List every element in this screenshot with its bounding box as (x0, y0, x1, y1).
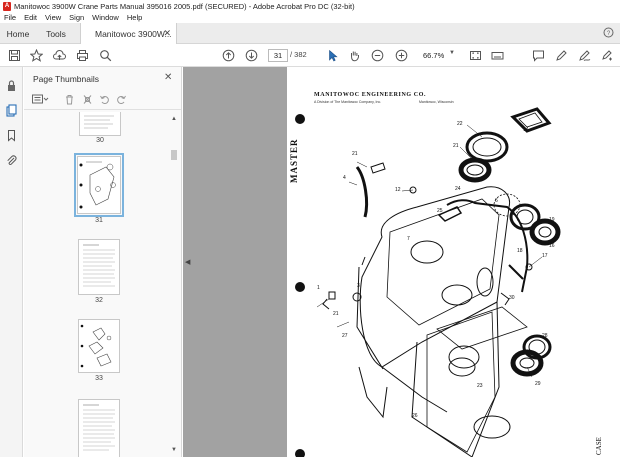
scroll-down-arrow-icon[interactable]: ▼ (171, 447, 177, 453)
svg-text:4: 4 (343, 175, 346, 181)
thumbnail-page-32[interactable] (78, 239, 120, 295)
thumbnail-page-30[interactable] (79, 112, 121, 136)
select-cursor-icon[interactable] (326, 49, 339, 62)
save-icon[interactable] (8, 49, 21, 62)
upload-cloud-icon[interactable] (53, 49, 66, 62)
svg-text:3: 3 (357, 283, 360, 289)
main-toolbar: 31 / 382 66.7% ▼ (0, 44, 620, 67)
svg-text:14: 14 (523, 127, 529, 133)
hand-tool-icon[interactable] (348, 49, 361, 62)
svg-text:21: 21 (453, 143, 459, 149)
window-title: Manitowoc 3900W Crane Parts Manual 39501… (14, 1, 355, 11)
menu-view[interactable]: View (45, 13, 61, 22)
menu-sign[interactable]: Sign (69, 13, 84, 22)
thumbnail-page-33[interactable] (78, 319, 120, 373)
svg-text:24: 24 (455, 186, 461, 192)
fit-page-icon[interactable] (469, 49, 482, 62)
help-icon[interactable]: ? (603, 27, 614, 38)
svg-text:21: 21 (333, 311, 339, 317)
thumbnail-label: 30 (96, 137, 104, 144)
page-thumbnails-icon[interactable] (5, 104, 18, 117)
close-icon[interactable]: ✕ (163, 28, 171, 39)
svg-text:30: 30 (509, 295, 515, 301)
rotate-left-icon[interactable] (99, 94, 110, 108)
comment-icon[interactable] (532, 49, 545, 62)
title-bar: A Manitowoc 3900W Crane Parts Manual 395… (0, 0, 620, 12)
scrollbar-thumb[interactable] (171, 150, 177, 160)
svg-text:19: 19 (549, 217, 555, 223)
svg-text:7: 7 (407, 236, 410, 242)
left-navigation-rail (0, 67, 23, 457)
svg-text:?: ? (607, 31, 611, 37)
svg-text:16: 16 (549, 243, 555, 249)
tabbar-right-icons: ? (603, 27, 614, 38)
rotate-right-icon[interactable] (116, 94, 127, 108)
tab-document-label: Manitowoc 3900W... (95, 29, 172, 39)
tab-tools[interactable]: Tools (36, 23, 76, 44)
svg-text:23: 23 (477, 383, 483, 389)
svg-text:17: 17 (542, 253, 548, 259)
thumbnail-label: 32 (95, 297, 103, 304)
delete-icon[interactable] (64, 94, 75, 108)
thumbnail-label: 31 (95, 217, 103, 224)
menu-window[interactable]: Window (92, 13, 119, 22)
print-icon[interactable] (76, 49, 89, 62)
thumbnail-label: 33 (95, 375, 103, 382)
page-number-input[interactable]: 31 (268, 49, 288, 62)
previous-page-icon[interactable] (222, 49, 235, 62)
pdf-page[interactable]: MANITOWOC ENGINEERING CO. A Division of … (287, 67, 620, 457)
svg-text:12: 12 (395, 187, 401, 193)
acrobat-app-icon: A (3, 1, 11, 11)
keyboard-icon[interactable] (491, 49, 504, 62)
fill-sign-icon[interactable] (601, 49, 614, 62)
tab-home[interactable]: Home (0, 23, 36, 44)
options-menu-icon[interactable] (32, 94, 50, 108)
menu-bar: File Edit View Sign Window Help (0, 12, 620, 23)
chevron-down-icon[interactable]: ▼ (449, 50, 455, 56)
svg-text:18: 18 (517, 248, 523, 254)
zoom-in-icon[interactable] (395, 49, 408, 62)
svg-text:1: 1 (317, 285, 320, 291)
thumbnail-tools (24, 92, 181, 110)
lock-icon[interactable] (5, 79, 18, 92)
page-total: / 382 (290, 50, 307, 59)
zoom-search-icon[interactable] (99, 49, 112, 62)
thumbnail-scrollbar[interactable]: ▲ ▼ (170, 113, 178, 457)
svg-text:21: 21 (352, 151, 358, 157)
scroll-up-arrow-icon[interactable]: ▲ (171, 116, 177, 122)
svg-text:28: 28 (542, 333, 548, 339)
highlight-pen-icon[interactable] (555, 49, 568, 62)
menu-edit[interactable]: Edit (24, 13, 37, 22)
svg-text:27: 27 (342, 333, 348, 339)
attachment-icon[interactable] (5, 154, 18, 167)
svg-text:26: 26 (412, 413, 418, 419)
bookmark-icon[interactable] (5, 129, 18, 142)
svg-text:6: 6 (495, 198, 498, 204)
svg-text:25: 25 (437, 208, 443, 214)
zoom-out-icon[interactable] (371, 49, 384, 62)
thumbnails-panel: Page Thumbnails ✕ 30 31 32 33 (24, 67, 182, 457)
thumbnail-page-31[interactable] (77, 156, 121, 214)
extract-icon[interactable] (82, 94, 93, 108)
bookmark-star-icon[interactable] (29, 48, 44, 62)
close-icon[interactable]: ✕ (164, 72, 172, 83)
svg-text:29: 29 (535, 381, 541, 387)
draw-pencil-icon[interactable] (578, 49, 591, 62)
next-page-icon[interactable] (245, 49, 258, 62)
tab-bar: Home Tools Manitowoc 3900W... ✕ ? (0, 23, 620, 45)
tab-document[interactable]: Manitowoc 3900W... ✕ (80, 23, 177, 45)
panel-title: Page Thumbnails (33, 74, 99, 84)
exploded-parts-drawing: 22 21 21 4 12 25 24 14 6 18 16 19 17 3 1… (316, 107, 561, 457)
menu-help[interactable]: Help (127, 13, 142, 22)
menu-file[interactable]: File (4, 13, 16, 22)
collapse-panel-arrow-icon[interactable]: ◀ (185, 258, 190, 266)
svg-text:22: 22 (457, 121, 463, 127)
thumbnail-page-34[interactable] (78, 399, 120, 457)
